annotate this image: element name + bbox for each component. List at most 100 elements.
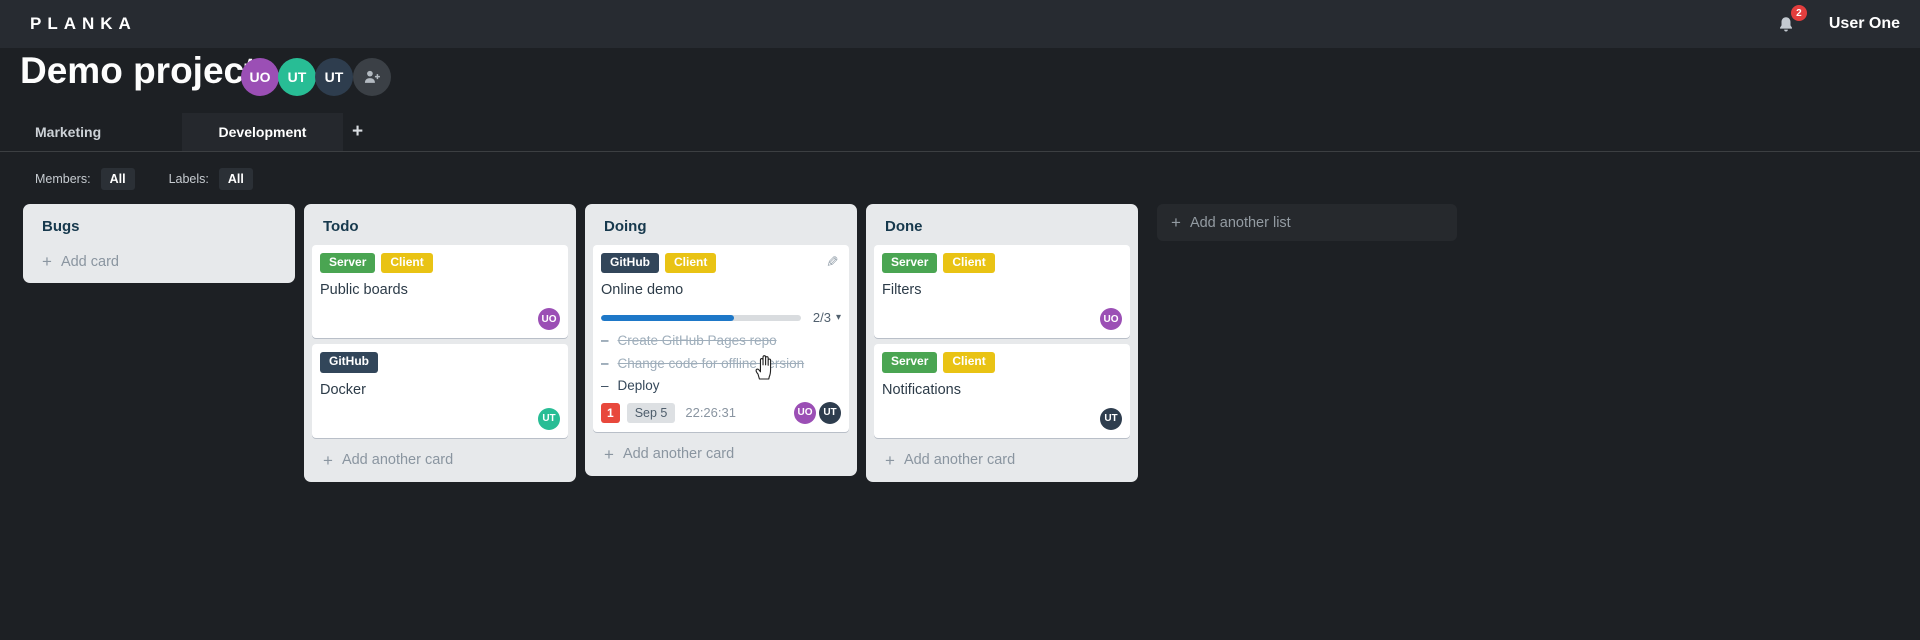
- card-label: Server: [320, 253, 376, 274]
- card[interactable]: GitHub Client ✎ Online demo 2/3 ▾ Create GitHu…: [593, 245, 849, 432]
- card-stack: Server Client Filters UO Server Client Notific…: [874, 245, 1130, 438]
- project-members: UO UT UT: [241, 58, 391, 96]
- task-item: Deploy: [601, 375, 841, 397]
- list-name[interactable]: Todo: [312, 212, 568, 245]
- card-footer: UT: [320, 403, 560, 430]
- card[interactable]: Server Client Notifications UT: [874, 344, 1130, 438]
- card-member-group: UO: [538, 308, 560, 331]
- edit-card-button[interactable]: ✎: [826, 253, 839, 271]
- card-label: GitHub: [320, 352, 378, 373]
- card-title: Online demo: [601, 282, 684, 299]
- card-label: Client: [665, 253, 717, 274]
- card-label: Client: [943, 253, 995, 274]
- member-avatar: UT: [1100, 407, 1122, 430]
- card[interactable]: Server Client Public boards UO: [312, 245, 568, 339]
- card-label: Server: [882, 253, 938, 274]
- card[interactable]: Server Client Filters UO: [874, 245, 1130, 339]
- task-list: Create GitHub Pages repoChange code for …: [601, 330, 841, 397]
- member-avatar: UT: [538, 407, 560, 430]
- task-item: Change code for offline version: [601, 353, 841, 375]
- board-tabs: Marketing Development +: [0, 113, 1920, 152]
- add-list-label: Add another list: [1189, 214, 1291, 231]
- filter-bar: Members: All Labels: All: [35, 163, 253, 195]
- top-bar: PLANKA 2 User One: [0, 0, 1920, 48]
- card-notification-badge: 1: [601, 402, 620, 423]
- card-member-group: UO: [1100, 308, 1122, 331]
- progress-track: [601, 314, 801, 321]
- plus-icon: +: [42, 252, 52, 271]
- plus-icon: +: [885, 450, 895, 470]
- label-row: GitHub Client: [601, 253, 841, 274]
- badge-group: 1 Sep 5 22:26:31: [601, 402, 736, 423]
- board-tab-development[interactable]: Development: [182, 113, 343, 151]
- add-card-label: Add another card: [903, 452, 1016, 469]
- member-avatar: UO: [538, 308, 560, 331]
- add-card-label: Add another card: [622, 446, 735, 463]
- board-tab-marketing[interactable]: Marketing: [35, 113, 101, 151]
- add-card-label: Add another card: [341, 452, 454, 469]
- task-progress: 2/3 ▾: [601, 310, 841, 325]
- label-row: GitHub: [320, 352, 560, 373]
- card-label: GitHub: [601, 253, 659, 274]
- card-stack: Server Client Public boards UO GitHub Docker U…: [312, 245, 568, 438]
- notification-count-badge: 2: [1790, 5, 1807, 21]
- members-filter-label: Members:: [35, 172, 91, 186]
- add-card-button[interactable]: + Add another card: [874, 444, 1130, 474]
- member-avatar[interactable]: UO: [241, 58, 279, 96]
- add-card-label: Add card: [60, 253, 119, 270]
- card-footer: UT: [882, 403, 1122, 430]
- card-stack: GitHub Client ✎ Online demo 2/3 ▾ Create GitHu…: [593, 245, 849, 432]
- planka-app: { "topbar": { "logo": "PLANKA", "notific…: [0, 0, 1920, 640]
- card-member-group: UO UT: [794, 401, 841, 424]
- list-name[interactable]: Done: [874, 212, 1130, 245]
- card-title: Public boards: [320, 282, 408, 299]
- label-row: Server Client: [882, 253, 1122, 274]
- card-label: Server: [882, 352, 938, 373]
- add-board-button[interactable]: +: [352, 113, 363, 151]
- card-label: Client: [381, 253, 433, 274]
- member-avatar: UO: [794, 401, 816, 424]
- progress-count: 2/3: [812, 310, 831, 326]
- caret-down-icon[interactable]: ▾: [836, 312, 841, 323]
- member-avatar[interactable]: UT: [315, 58, 353, 96]
- project-title[interactable]: Demo project: [20, 50, 256, 92]
- list-name[interactable]: Bugs: [31, 212, 287, 245]
- user-plus-icon: [364, 70, 380, 83]
- card-label: Client: [943, 352, 995, 373]
- labels-filter-value[interactable]: All: [218, 168, 253, 190]
- add-card-button[interactable]: + Add another card: [312, 444, 568, 474]
- plus-icon: +: [604, 444, 614, 464]
- topbar-right: 2 User One: [1775, 5, 1900, 36]
- board: Bugs + Add card Todo Server Client Public boar…: [23, 204, 1920, 482]
- card[interactable]: GitHub Docker UT: [312, 344, 568, 438]
- add-card-button[interactable]: + Add another card: [593, 438, 849, 468]
- plus-icon: +: [1171, 213, 1181, 232]
- list-name[interactable]: Doing: [593, 212, 849, 245]
- add-card-button[interactable]: + Add card: [31, 245, 287, 275]
- add-list-button[interactable]: + Add another list: [1157, 204, 1457, 241]
- progress-fill: [601, 314, 735, 321]
- list: Todo Server Client Public boards UO GitHub Doc…: [304, 204, 576, 482]
- label-row: Server Client: [882, 352, 1122, 373]
- notifications-button[interactable]: 2: [1775, 5, 1807, 36]
- due-date-badge[interactable]: Sep 5: [626, 402, 676, 423]
- list: Bugs + Add card: [23, 204, 295, 283]
- planka-logo[interactable]: PLANKA: [30, 14, 137, 34]
- card-footer: UO: [882, 303, 1122, 331]
- card-member-group: UT: [538, 407, 560, 430]
- member-avatar[interactable]: UT: [278, 58, 316, 96]
- label-row: Server Client: [320, 253, 560, 274]
- card-footer: 1 Sep 5 22:26:31 UO UT: [601, 397, 841, 424]
- task-item: Create GitHub Pages repo: [601, 330, 841, 352]
- card-member-group: UT: [1100, 407, 1122, 430]
- user-menu[interactable]: User One: [1829, 15, 1900, 33]
- add-member-button[interactable]: [353, 58, 391, 96]
- member-avatar: UO: [1100, 308, 1122, 331]
- list: Done Server Client Filters UO Server Client Not…: [866, 204, 1138, 482]
- timer-badge[interactable]: 22:26:31: [685, 405, 736, 420]
- card-title: Docker: [320, 381, 366, 398]
- member-avatar: UT: [819, 401, 841, 424]
- list: Doing GitHub Client ✎ Online demo 2/3 ▾ Create …: [585, 204, 857, 476]
- list-container: Bugs + Add card Todo Server Client Public boar…: [23, 204, 1147, 482]
- members-filter-value[interactable]: All: [100, 168, 135, 190]
